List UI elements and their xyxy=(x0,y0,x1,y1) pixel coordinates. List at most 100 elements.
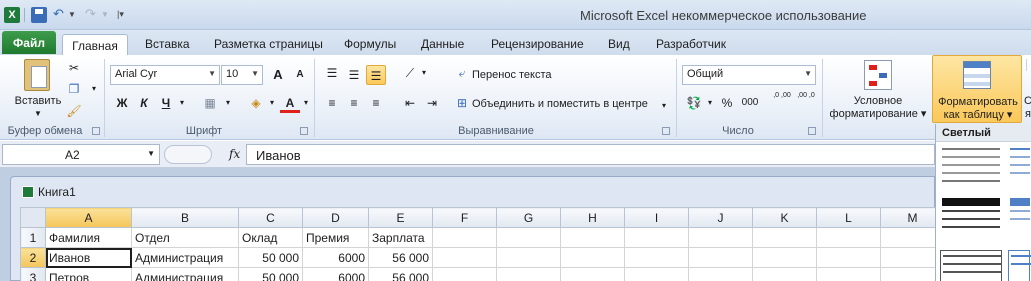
row-header[interactable]: 3 xyxy=(20,267,46,281)
tab-home[interactable]: Главная xyxy=(62,34,128,55)
column-header[interactable]: I xyxy=(624,207,689,228)
cell[interactable]: 6000 xyxy=(302,267,369,281)
undo-dropdown-icon[interactable]: ▼ xyxy=(68,10,76,19)
cell[interactable]: Петров xyxy=(45,267,132,281)
align-left-icon[interactable]: ≡ xyxy=(322,93,342,113)
column-header[interactable]: B xyxy=(131,207,239,228)
tab-insert[interactable]: Вставка xyxy=(145,34,190,55)
formula-input[interactable]: Иванов xyxy=(246,144,935,165)
redo-dropdown-icon[interactable]: ▼ xyxy=(101,10,109,19)
increase-decimal-button[interactable]: ,0 ,00 xyxy=(772,91,792,111)
cell[interactable] xyxy=(496,227,561,248)
table-style-light-8[interactable] xyxy=(940,196,1002,236)
font-name-combo[interactable]: Arial Cyr ▼ xyxy=(110,65,220,85)
conditional-formatting-button[interactable]: Условное форматирование ▾ xyxy=(826,95,930,121)
formula-bar-resize-handle[interactable] xyxy=(164,145,212,164)
cell[interactable]: Администрация xyxy=(131,247,239,268)
decrease-indent-icon[interactable]: ⇤ xyxy=(400,93,420,113)
cell[interactable] xyxy=(688,247,753,268)
merge-center-icon[interactable]: ⊞ xyxy=(452,93,472,113)
cell[interactable]: 56 000 xyxy=(368,267,433,281)
copy-icon[interactable]: ❐ xyxy=(64,79,84,99)
number-launcher-icon[interactable] xyxy=(808,127,816,135)
decrease-decimal-button[interactable]: ,00 ,0 xyxy=(796,91,816,111)
font-launcher-icon[interactable] xyxy=(300,127,308,135)
cell[interactable] xyxy=(752,267,817,281)
align-top-icon[interactable]: ☰ xyxy=(322,63,342,83)
cell[interactable] xyxy=(752,227,817,248)
cell[interactable] xyxy=(496,267,561,281)
table-style-light-16[interactable] xyxy=(1008,250,1031,281)
redo-icon[interactable]: ↷ xyxy=(85,6,96,22)
table-style-light-1[interactable] xyxy=(940,146,1002,186)
save-icon[interactable] xyxy=(31,7,47,23)
format-as-table-button[interactable]: Форматировать как таблицу ▾ xyxy=(932,55,1022,123)
conditional-formatting-icon[interactable] xyxy=(864,60,892,90)
active-cell[interactable]: Иванов xyxy=(45,247,132,268)
cell[interactable]: 50 000 xyxy=(238,267,303,281)
borders-dropdown-icon[interactable]: ▾ xyxy=(218,93,238,113)
cell[interactable] xyxy=(432,267,497,281)
cell[interactable] xyxy=(816,247,881,268)
cell[interactable] xyxy=(560,247,625,268)
align-middle-icon[interactable]: ☰ xyxy=(344,65,364,85)
tab-developer[interactable]: Разработчик xyxy=(656,34,726,55)
cell[interactable] xyxy=(688,227,753,248)
fill-dropdown-icon[interactable]: ▾ xyxy=(262,93,282,113)
cell[interactable]: Администрация xyxy=(131,267,239,281)
tab-data[interactable]: Данные xyxy=(421,34,464,55)
column-header[interactable]: A xyxy=(45,207,132,228)
column-header[interactable]: J xyxy=(688,207,753,228)
cell[interactable] xyxy=(624,247,689,268)
paste-dropdown-icon[interactable]: ▼ xyxy=(34,107,42,120)
table-style-light-15[interactable] xyxy=(940,250,1002,281)
customize-qat-icon[interactable]: |▾ xyxy=(117,9,124,20)
cell[interactable] xyxy=(752,247,817,268)
shrink-font-icon[interactable]: A xyxy=(290,65,310,85)
align-center-icon[interactable]: ≡ xyxy=(344,93,364,113)
tab-file[interactable]: Файл xyxy=(2,31,56,54)
orientation-dropdown-icon[interactable]: ▾ xyxy=(414,63,434,83)
italic-button[interactable]: К xyxy=(134,93,154,113)
column-header[interactable]: H xyxy=(560,207,625,228)
thousands-button[interactable]: 000 xyxy=(737,93,763,113)
undo-icon[interactable]: ↶ xyxy=(53,6,64,22)
wrap-text-icon[interactable]: ⤶ xyxy=(452,63,472,83)
paste-icon[interactable] xyxy=(24,59,50,91)
cell[interactable] xyxy=(624,267,689,281)
increase-indent-icon[interactable]: ⇥ xyxy=(422,93,442,113)
table-style-light-9[interactable] xyxy=(1008,196,1030,236)
align-bottom-icon[interactable]: ☰ xyxy=(366,65,386,85)
align-right-icon[interactable]: ≡ xyxy=(366,93,386,113)
cell[interactable] xyxy=(688,267,753,281)
cell[interactable] xyxy=(560,267,625,281)
cell[interactable]: Премия xyxy=(302,227,369,248)
wrap-text-button[interactable]: Перенос текста xyxy=(472,69,552,82)
column-header[interactable]: E xyxy=(368,207,433,228)
cell[interactable] xyxy=(496,247,561,268)
name-box[interactable]: A2 ▼ xyxy=(2,144,160,165)
cell[interactable] xyxy=(816,267,881,281)
tab-review[interactable]: Рецензирование xyxy=(491,34,584,55)
insert-function-icon[interactable]: fx xyxy=(229,147,240,161)
column-header[interactable]: L xyxy=(816,207,881,228)
borders-icon[interactable]: ▦ xyxy=(200,93,220,113)
bold-button[interactable]: Ж xyxy=(112,93,132,113)
cell[interactable]: 56 000 xyxy=(368,247,433,268)
cell[interactable]: 6000 xyxy=(302,247,369,268)
merge-dropdown-icon[interactable]: ▾ xyxy=(662,99,666,112)
number-format-combo[interactable]: Общий ▼ xyxy=(682,65,816,85)
cut-icon[interactable]: ✂ xyxy=(64,58,84,78)
cell[interactable]: Оклад xyxy=(238,227,303,248)
tab-page-layout[interactable]: Разметка страницы xyxy=(214,34,323,55)
format-painter-icon[interactable]: 🖌 xyxy=(64,101,84,121)
cell[interactable] xyxy=(560,227,625,248)
tab-formulas[interactable]: Формулы xyxy=(344,34,396,55)
excel-app-icon[interactable]: X xyxy=(4,7,20,23)
merge-center-button[interactable]: Объединить и поместить в центре xyxy=(472,98,648,111)
column-header[interactable]: G xyxy=(496,207,561,228)
alignment-launcher-icon[interactable] xyxy=(662,127,670,135)
cell[interactable] xyxy=(816,227,881,248)
row-header[interactable]: 2 xyxy=(20,247,46,268)
column-header[interactable]: F xyxy=(432,207,497,228)
